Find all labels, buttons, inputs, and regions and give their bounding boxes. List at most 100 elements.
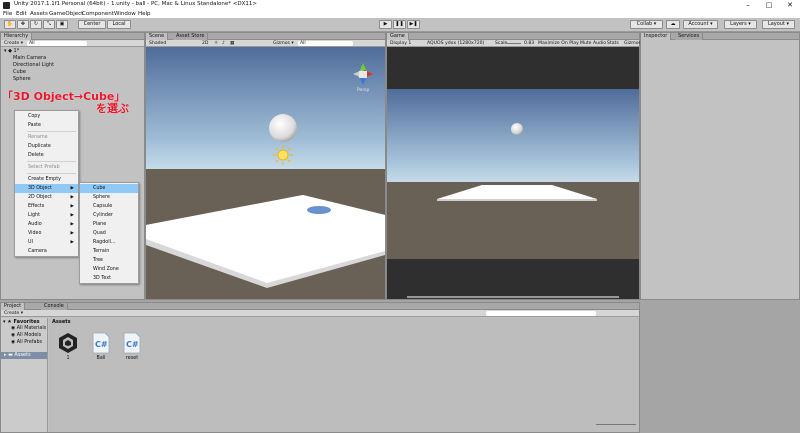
menu-help[interactable]: Help [138,11,151,17]
tab-asset-store[interactable]: Asset Store [173,33,209,40]
hierarchy-item-sphere[interactable]: Sphere [13,76,31,82]
scene-root[interactable]: ▾ ◆ 1* [4,48,19,54]
context-menu-item-video[interactable]: Video ▶ [15,229,78,238]
project-search-input[interactable] [486,311,596,316]
maximize-on-play-button[interactable]: Maximize On Play [538,40,579,47]
favorite-all-models[interactable]: ◉ All Models [11,333,41,338]
cloud-icon[interactable]: ☁ [666,20,680,29]
scene-audio-icon[interactable]: ♪ [222,40,225,47]
submenu-label: Quad [93,231,106,236]
icon-size-slider[interactable] [596,424,636,425]
move-tool-icon[interactable]: ✥ [17,20,29,29]
rect-tool-icon[interactable]: ▣ [56,20,68,29]
submenu-item-quad[interactable]: Quad [80,229,138,238]
context-menu-item-ui[interactable]: UI ▶ [15,238,78,247]
maximize-button[interactable]: □ [759,0,779,10]
favorites-label: Favorites [13,319,40,325]
shading-mode-dropdown[interactable]: Shaded [149,40,166,47]
context-menu-label: Paste [28,123,41,128]
minimize-button[interactable]: – [738,0,758,10]
menu-assets[interactable]: Assets [30,11,48,17]
submenu-item-plane[interactable]: Plane [80,220,138,229]
layout-dropdown[interactable]: Layout ▾ [762,20,795,29]
hierarchy-item-cube[interactable]: Cube [13,69,26,75]
step-button[interactable]: ▶❚ [407,20,420,29]
scene-search-input[interactable]: All [298,41,353,46]
asset-scene-1[interactable]: 1 [57,332,79,361]
collab-dropdown[interactable]: Collab ▾ [630,20,663,29]
submenu-item-ragdoll[interactable]: Ragdoll... [80,238,138,247]
assets-breadcrumb[interactable]: Assets [52,319,71,325]
scene-view[interactable]: Persp [146,47,385,299]
context-menu-item-select-prefab[interactable]: Select Prefab [15,163,78,172]
pivot-center-button[interactable]: Center [78,20,106,29]
context-menu-item-light[interactable]: Light ▶ [15,211,78,220]
asset-script-ball[interactable]: C# Ball [90,332,112,361]
submenu-item-sphere[interactable]: Sphere [80,193,138,202]
hierarchy-search-input[interactable]: All [27,41,87,46]
game-toolbar: Display 1 AQUOS ydxx (1280x720) Scale 0.… [387,40,641,47]
context-menu-item-audio[interactable]: Audio ▶ [15,220,78,229]
tab-console[interactable]: Console [41,303,68,310]
project-create-button[interactable]: Create ▾ [4,310,23,317]
favorite-all-prefabs[interactable]: ◉ All Prefabs [11,340,42,345]
context-menu-item-3d-object[interactable]: 3D Object ▶ [15,184,78,193]
menu-component[interactable]: Component [82,11,114,17]
asset-script-reset[interactable]: C# reset [121,332,143,361]
assets-folder-root[interactable]: ▸ ▬ Assets [1,352,47,359]
context-menu-item-create-empty[interactable]: Create Empty [15,175,78,184]
context-menu-item-2d-object[interactable]: 2D Object ▶ [15,193,78,202]
hierarchy-item-directional-light[interactable]: Directional Light [13,62,54,68]
scene-effects-icon[interactable]: ▦ [230,40,234,47]
rotate-tool-icon[interactable]: ↻ [30,20,42,29]
submenu-item-terrain[interactable]: Terrain [80,247,138,256]
stats-button[interactable]: Stats [607,40,619,47]
submenu-item-3d-text[interactable]: 3D Text [80,274,138,283]
hand-tool-icon[interactable]: ✋ [4,20,16,29]
tab-game[interactable]: Game [387,33,409,40]
tab-inspector[interactable]: Inspector [641,33,672,40]
tab-services[interactable]: Services [675,33,704,40]
tab-project[interactable]: Project [1,303,26,310]
context-menu-item-camera[interactable]: Camera [15,247,78,256]
context-menu-item-delete[interactable]: Delete [15,151,78,160]
context-menu-item-effects[interactable]: Effects ▶ [15,202,78,211]
submenu-item-capsule[interactable]: Capsule [80,202,138,211]
tab-scene[interactable]: Scene [146,33,169,40]
favorites-header[interactable]: ▾ ★ Favorites [3,319,40,325]
scene-2d-toggle[interactable]: 2D [202,40,208,47]
context-menu-item-copy[interactable]: Copy [15,112,78,121]
hierarchy-create-button[interactable]: Create ▾ [4,40,23,47]
menu-edit[interactable]: Edit [16,11,27,17]
gizmos-dropdown[interactable]: Gizmos ▾ [273,40,294,47]
menu-file[interactable]: File [3,11,12,17]
pause-button[interactable]: ❚❚ [393,20,406,29]
favorite-all-materials[interactable]: ◉ All Materials [11,326,46,331]
hierarchy-item-main-camera[interactable]: Main Camera [13,55,46,61]
close-button[interactable]: ✕ [780,0,800,10]
game-gizmos-button[interactable]: Gizmos [624,40,641,47]
project-toolbar: Create ▾ [1,310,639,317]
context-menu-item-paste[interactable]: Paste [15,121,78,130]
tab-hierarchy[interactable]: Hierarchy [1,33,33,40]
mute-audio-button[interactable]: Mute Audio [580,40,606,47]
context-menu-item-duplicate[interactable]: Duplicate [15,142,78,151]
submenu-item-cube[interactable]: Cube [80,184,138,193]
menu-window[interactable]: Window [114,11,136,17]
account-dropdown[interactable]: Account ▾ [683,20,718,29]
submenu-item-tree[interactable]: Tree [80,256,138,265]
submenu-item-wind-zone[interactable]: Wind Zone [80,265,138,274]
scale-tool-icon[interactable]: ⤡ [43,20,55,29]
scene-lighting-icon[interactable]: ☼ [214,40,218,47]
game-scrollbar[interactable] [407,296,619,298]
scale-slider[interactable] [507,43,521,44]
pivot-local-button[interactable]: Local [107,20,131,29]
layers-dropdown[interactable]: Layers ▾ [724,20,757,29]
context-menu-item-rename[interactable]: Rename [15,133,78,142]
menu-gameobject[interactable]: GameObject [49,11,83,17]
play-button[interactable]: ▶ [379,20,392,29]
submenu-item-cylinder[interactable]: Cylinder [80,211,138,220]
display-dropdown[interactable]: Display 1 [390,40,411,47]
resolution-dropdown[interactable]: AQUOS ydxx (1280x720) [427,40,484,47]
context-menu-label: Audio [28,222,42,227]
